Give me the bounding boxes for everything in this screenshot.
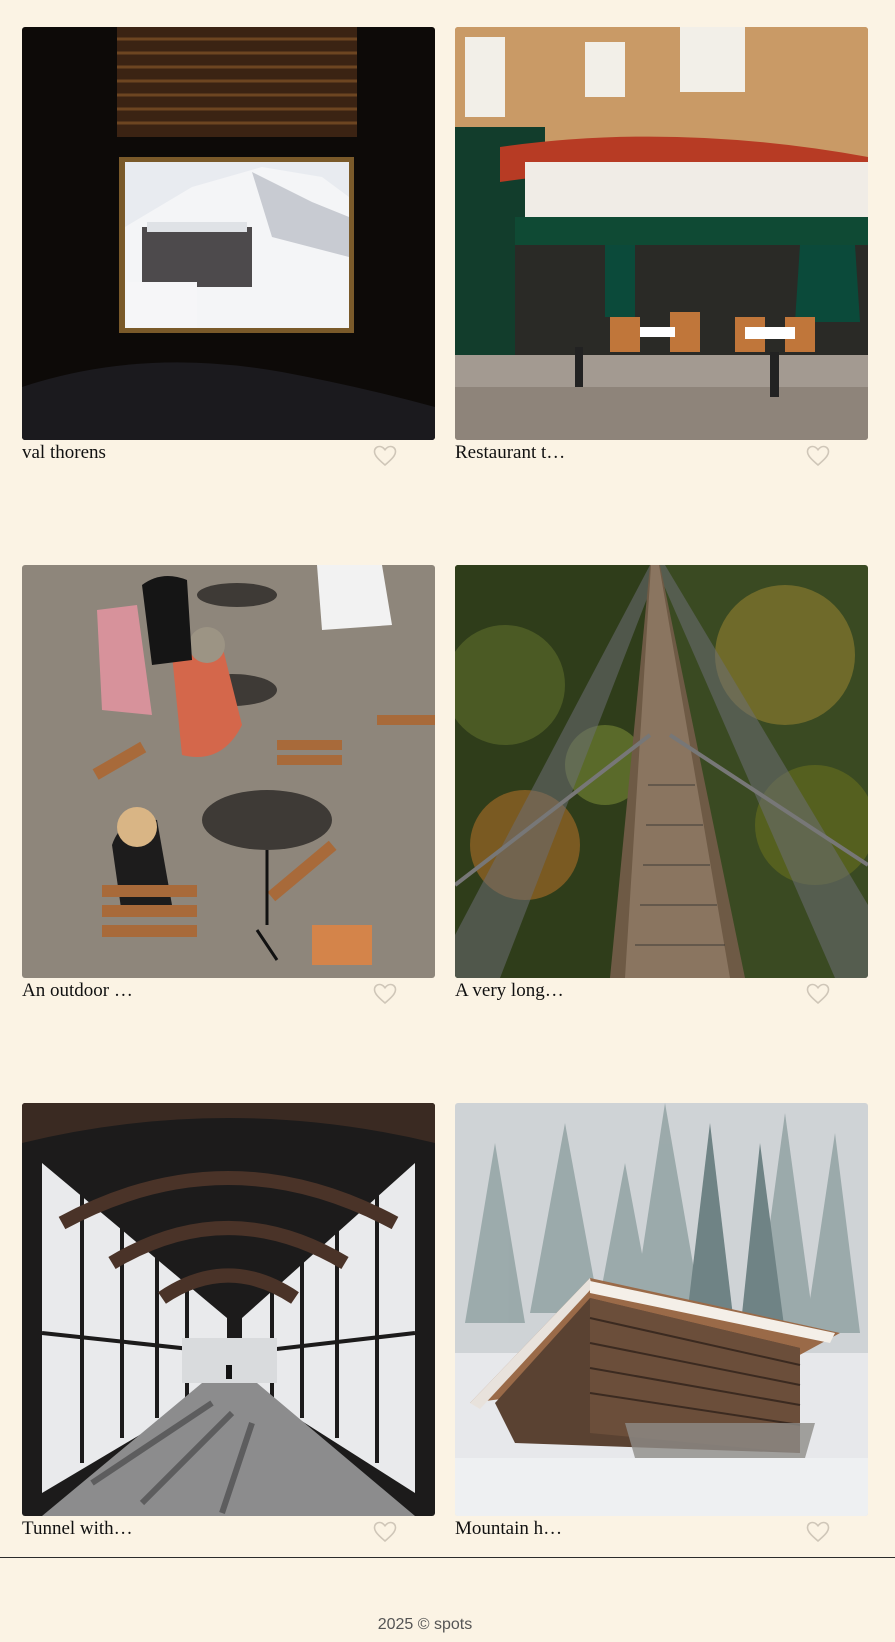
card-title[interactable]: Restaurant t… [455,441,565,465]
card-title[interactable]: Mountain h… [455,1517,562,1541]
card: Restaurant t… [455,27,868,475]
footer-copyright: 2025 © spots [377,1616,473,1633]
heart-outline-icon[interactable] [373,445,397,467]
card-title[interactable]: val thorens [22,441,106,465]
cards-grid: val thorens Restaurant t… An outdoor … A… [22,27,868,1551]
card-title[interactable]: Tunnel with… [22,1517,133,1541]
heart-outline-icon[interactable] [806,983,830,1005]
heart-outline-icon[interactable] [806,445,830,467]
card-image[interactable] [22,27,435,440]
card-image[interactable] [455,565,868,978]
card: Mountain h… [455,1103,868,1551]
card-image[interactable] [22,1103,435,1516]
card: An outdoor … [22,565,435,1013]
card-image[interactable] [22,565,435,978]
heart-outline-icon[interactable] [806,1521,830,1543]
heart-outline-icon[interactable] [373,1521,397,1543]
card-image[interactable] [455,1103,868,1516]
footer-divider [0,1557,895,1558]
card: A very long… [455,565,868,1013]
card: Tunnel with… [22,1103,435,1551]
card-image[interactable] [455,27,868,440]
card-title[interactable]: An outdoor … [22,979,133,1003]
card-title[interactable]: A very long… [455,979,564,1003]
heart-outline-icon[interactable] [373,983,397,1005]
card: val thorens [22,27,435,475]
